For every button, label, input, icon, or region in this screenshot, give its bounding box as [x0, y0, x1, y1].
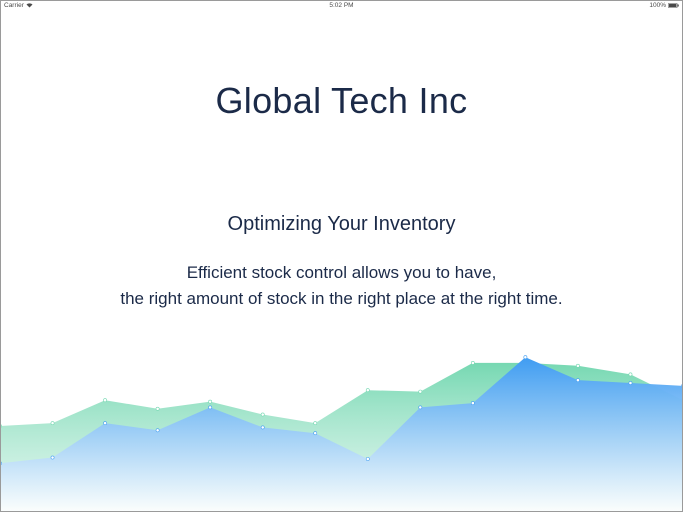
green-series-point: [313, 421, 318, 426]
battery-percent: 100%: [649, 2, 666, 9]
green-series-point: [103, 398, 107, 403]
green-series-point: [628, 372, 633, 377]
blue-series-point: [0, 461, 2, 466]
blue-series-point: [313, 431, 318, 436]
company-title: Global Tech Inc: [215, 80, 468, 121]
green-series-point: [418, 389, 423, 394]
blue-series-point: [418, 405, 423, 410]
status-right: 100%: [649, 2, 679, 9]
green-series-point: [208, 399, 213, 404]
blue-series-point: [470, 401, 475, 405]
green-series-point: [0, 424, 2, 428]
blue-series-point: [208, 405, 213, 410]
green-series-point: [576, 363, 580, 368]
green-series-point: [155, 406, 160, 411]
green-series-point: [50, 421, 55, 426]
status-time: 5:02 PM: [329, 2, 354, 9]
blue-series-point: [103, 421, 107, 426]
green-series-point: [365, 388, 370, 393]
description-line-2: the right amount of stock in the right p…: [120, 289, 563, 308]
status-bar: Carrier 5:02 PM 100%: [0, 0, 683, 11]
blue-series-point: [628, 381, 633, 385]
description-line-1: Efficient stock control allows you to ha…: [186, 263, 497, 282]
battery-icon: [668, 3, 679, 8]
blue-series-point: [365, 457, 370, 461]
blue-series-point: [155, 428, 160, 433]
blue-series-point: [260, 425, 265, 430]
inventory-area-chart: [0, 355, 683, 512]
blue-series-point: [523, 355, 528, 360]
blue-series-point: [576, 378, 580, 383]
blue-series-point: [50, 455, 55, 460]
green-series-point: [470, 361, 475, 365]
tagline: Optimizing Your Inventory: [227, 213, 456, 235]
description: Efficient stock control allows you to ha…: [0, 260, 683, 312]
green-series-point: [260, 412, 265, 417]
